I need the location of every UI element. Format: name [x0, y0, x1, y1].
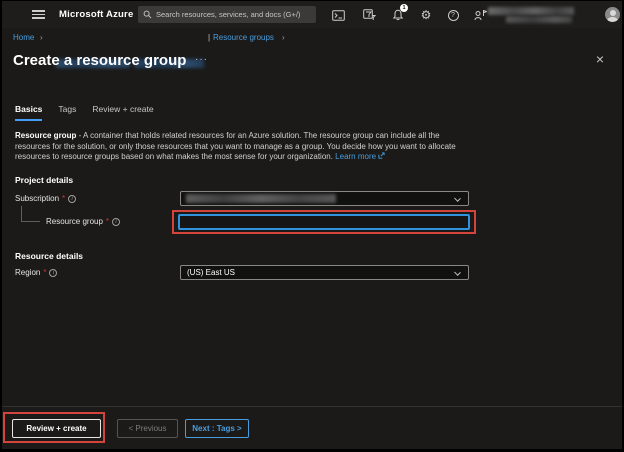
search-input[interactable]: [156, 10, 311, 19]
subscription-label: Subscription*i: [15, 194, 76, 203]
search-icon: [143, 10, 152, 19]
page-title: Create a resource group: [13, 52, 186, 69]
feedback-icon[interactable]: [473, 8, 487, 22]
breadcrumb-separator: ›: [282, 33, 285, 42]
description-lead: Resource group: [15, 131, 76, 140]
more-options-icon[interactable]: ···: [195, 54, 208, 65]
settings-gear-icon[interactable]: ⚙: [419, 8, 433, 22]
portal-content: Microsoft Azure: [2, 1, 622, 449]
cloud-shell-icon[interactable]: [331, 8, 345, 22]
learn-more-link[interactable]: Learn more: [335, 152, 376, 161]
previous-button[interactable]: < Previous: [117, 419, 178, 438]
field-tree-connector: [21, 206, 40, 222]
breadcrumb-pipe: |: [208, 33, 210, 42]
required-marker: *: [62, 194, 65, 203]
global-search[interactable]: [138, 6, 316, 23]
resource-group-label: Resource group*i: [46, 217, 120, 226]
required-marker: *: [43, 268, 46, 277]
redacted-account-directory: [506, 16, 572, 23]
notification-badge: 1: [400, 4, 408, 12]
wizard-tabs: Basics Tags Review + create: [15, 104, 154, 121]
breadcrumb-home[interactable]: Home: [13, 33, 34, 42]
close-icon[interactable]: ×: [592, 51, 608, 67]
tab-tags[interactable]: Tags: [58, 104, 76, 121]
resource-group-input[interactable]: [178, 214, 470, 230]
top-bar: Microsoft Azure: [2, 1, 622, 28]
info-icon[interactable]: i: [112, 218, 120, 226]
region-value: (US) East US: [187, 266, 235, 279]
chevron-down-icon: [454, 195, 461, 202]
redacted-account-name: [488, 7, 574, 15]
help-icon[interactable]: ?: [446, 8, 460, 22]
breadcrumb: Home › | Resource groups ›: [2, 28, 622, 48]
azure-logo-text[interactable]: Microsoft Azure: [59, 1, 133, 28]
chevron-down-icon: [454, 269, 461, 276]
directory-filter-icon[interactable]: [362, 8, 376, 22]
redacted-subscription-value: [186, 194, 336, 203]
info-icon[interactable]: i: [49, 269, 57, 277]
description-dash: -: [76, 131, 83, 140]
avatar[interactable]: [605, 7, 620, 22]
notifications-bell-icon[interactable]: 1: [391, 8, 405, 22]
info-icon[interactable]: i: [68, 195, 76, 203]
breadcrumb-separator: ›: [40, 33, 43, 42]
hamburger-menu-icon[interactable]: [32, 10, 45, 19]
tab-review-create[interactable]: Review + create: [92, 104, 153, 121]
next-tags-button[interactable]: Next : Tags >: [185, 419, 249, 438]
external-link-icon: [378, 152, 385, 163]
project-details-heading: Project details: [15, 175, 73, 185]
azure-portal-window: Microsoft Azure: [0, 0, 624, 452]
review-create-button[interactable]: Review + create: [12, 419, 101, 438]
footer-divider: [2, 406, 622, 407]
tab-basics[interactable]: Basics: [15, 104, 42, 121]
region-dropdown[interactable]: (US) East US: [180, 265, 469, 280]
resource-group-description: Resource group - A container that holds …: [15, 131, 465, 163]
required-marker: *: [106, 217, 109, 226]
resource-details-heading: Resource details: [15, 251, 83, 261]
region-label: Region*i: [15, 268, 57, 277]
breadcrumb-resource-groups[interactable]: Resource groups: [213, 33, 274, 42]
